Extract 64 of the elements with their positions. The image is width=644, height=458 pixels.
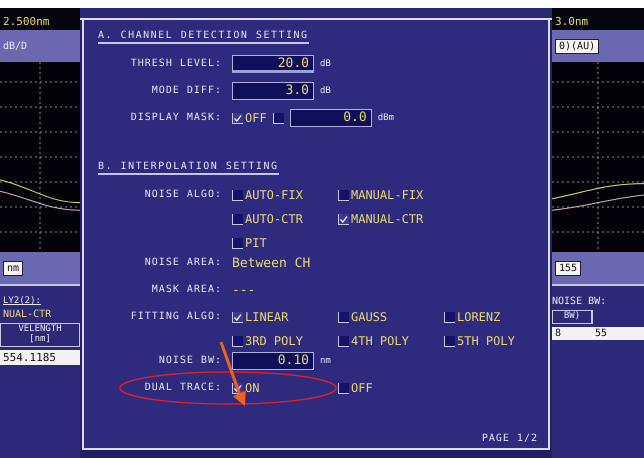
checkbox[interactable]: [232, 312, 243, 322]
noise-bw-label: NOISE BW:: [552, 296, 608, 307]
setting-label: DISPLAY MASK:: [130, 111, 223, 125]
setting-value: ---: [232, 282, 256, 298]
setting-label: NOISE ALGO:: [144, 188, 223, 202]
unit-label: dB: [320, 59, 331, 69]
option-label[interactable]: 4TH POLY: [351, 334, 409, 348]
checkbox[interactable]: [338, 382, 349, 394]
page-indicator: PAGE 1/2: [482, 433, 538, 444]
table-cell-text: 8: [554, 326, 562, 340]
option-label[interactable]: 3RD POLY: [245, 334, 303, 348]
table-cell: 554.1185: [0, 350, 80, 365]
option-label[interactable]: GAUSS: [351, 310, 388, 324]
scale-label: dB/D: [3, 40, 28, 52]
algo-value: NUAL-CTR: [2, 309, 52, 320]
checkbox[interactable]: [338, 214, 349, 224]
algo-label: LY2(2):: [2, 296, 42, 306]
checkbox[interactable]: [232, 112, 243, 124]
option-label[interactable]: OFF: [245, 111, 267, 125]
setting-label: MODE DIFF:: [150, 84, 223, 98]
unit-label: nm: [3, 260, 24, 276]
value-field[interactable]: 0.0: [290, 109, 372, 127]
setting-label: NOISE AREA:: [144, 256, 223, 270]
setting-label: MASK AREA:: [150, 283, 223, 297]
checkbox[interactable]: [232, 336, 243, 346]
marker-field: 155: [555, 260, 582, 276]
value-field[interactable]: 20.0: [232, 55, 314, 73]
checkbox[interactable]: [444, 336, 455, 346]
option-label[interactable]: MANUAL-CTR: [351, 212, 424, 226]
option-label[interactable]: AUTO-FIX: [245, 188, 303, 202]
option-label[interactable]: ON: [245, 381, 260, 395]
checkbox[interactable]: [338, 336, 349, 346]
option-label[interactable]: 5TH POLY: [457, 334, 515, 348]
column-header: BW): [552, 310, 592, 324]
setting-label: NOISE BW:: [158, 354, 223, 368]
option-label[interactable]: LORENZ: [457, 310, 500, 324]
option-label[interactable]: LINEAR: [245, 310, 288, 324]
setting-label: THRESH LEVEL:: [130, 57, 223, 71]
section-title: A. CHANNEL DETECTION SETTING: [98, 30, 309, 44]
span-value: 3.0nm: [552, 8, 644, 30]
option-label[interactable]: OFF: [351, 381, 373, 395]
checkbox[interactable]: [232, 238, 243, 248]
checkbox[interactable]: [444, 312, 455, 322]
checkbox[interactable]: [338, 312, 349, 322]
checkbox[interactable]: [338, 190, 349, 200]
value-field[interactable]: 3.0: [232, 82, 314, 100]
table-cell-text: 55: [594, 326, 608, 340]
span-value: 2.500nm: [0, 8, 80, 30]
setting-label: FITTING ALGO:: [130, 310, 223, 324]
unit-label: dBm: [378, 113, 394, 123]
checkbox[interactable]: [272, 112, 284, 124]
option-label[interactable]: AUTO-CTR: [245, 212, 303, 226]
option-label[interactable]: MANUAL-FIX: [351, 188, 424, 202]
column-header: VELENGTH [nm]: [0, 323, 80, 347]
setting-value: Between CH: [232, 256, 310, 270]
setting-label: DUAL TRACE:: [144, 381, 223, 395]
section-title: B. INTERPOLATION SETTING: [98, 161, 278, 175]
unit-label: dB: [320, 86, 331, 96]
checkbox[interactable]: [232, 190, 243, 200]
scale-field: 0)(AU): [555, 38, 600, 54]
value-field[interactable]: 0.10: [232, 352, 314, 370]
option-label[interactable]: PIT: [245, 236, 267, 250]
unit-label: nm: [320, 356, 331, 366]
checkbox[interactable]: [232, 214, 243, 224]
